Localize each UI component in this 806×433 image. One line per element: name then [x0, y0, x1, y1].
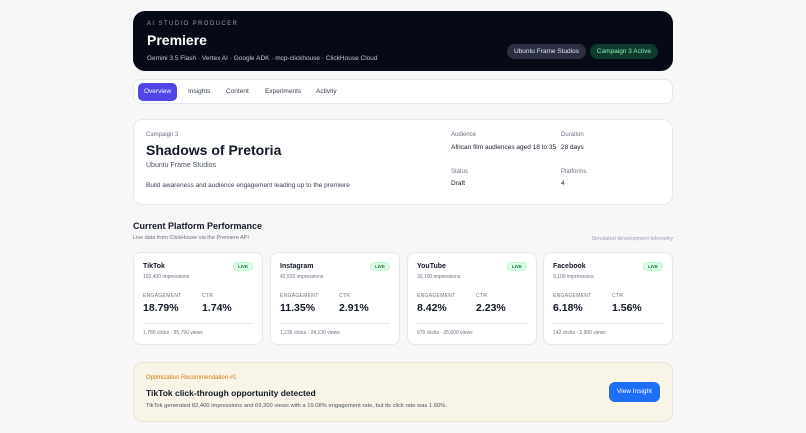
engagement-label: ENGAGEMENT	[553, 293, 592, 299]
platforms-value: 4	[561, 180, 565, 187]
tab-content[interactable]: Content	[220, 83, 255, 101]
platform-card-facebook: Facebook 9,100 impressions LIVE ENGAGEME…	[543, 252, 673, 345]
view-insight-button[interactable]: View Insight	[609, 382, 660, 402]
platform-impressions: 102,400 impressions	[143, 274, 190, 280]
section-title: Current Platform Performance	[133, 221, 263, 231]
platform-footer: 1,236 clicks · 24,130 views	[280, 330, 340, 336]
campaign-status-pill: Campaign 3 Active	[589, 44, 658, 59]
divider	[553, 323, 663, 324]
campaign-studio: Ubuntu Frame Studios	[146, 162, 217, 169]
audience-value: African film audiences aged 18 to 35	[451, 144, 557, 151]
tab-experiments[interactable]: Experiments	[259, 83, 307, 101]
platform-impressions: 30,100 impressions	[417, 274, 461, 280]
campaign-summary-card: Campaign 3 Shadows of Pretoria Ubuntu Fr…	[133, 119, 673, 205]
ctr-label: CTR	[339, 293, 351, 299]
audience-label: Audience	[451, 132, 477, 138]
live-badge: LIVE	[506, 262, 527, 271]
platform-impressions: 42,520 impressions	[280, 274, 324, 280]
ctr-label: CTR	[202, 293, 214, 299]
platform-card-tiktok: TikTok 102,400 impressions LIVE ENGAGEME…	[133, 252, 263, 345]
tech-stack: Gemini 3.5 Flash · Vertex AI · Google AD…	[147, 55, 378, 62]
platform-footer: 142 clicks · 3,900 views	[553, 330, 606, 336]
engagement-value: 8.42%	[417, 302, 447, 314]
platform-name: YouTube	[417, 263, 446, 270]
platform-card-instagram: Instagram 42,520 impressions LIVE ENGAGE…	[270, 252, 400, 345]
campaign-goal: Build awareness and audience engagement …	[146, 182, 350, 189]
ctr-value: 1.56%	[612, 302, 642, 314]
header-eyebrow: AI STUDIO PRODUCER	[147, 21, 239, 27]
live-badge: LIVE	[369, 262, 390, 271]
ctr-label: CTR	[612, 293, 624, 299]
platforms-label: Platforms	[561, 169, 587, 175]
tab-activity[interactable]: Activity	[310, 83, 343, 101]
status-value: Draft	[451, 180, 466, 187]
ctr-label: CTR	[476, 293, 488, 299]
section-subtitle: Live data from ClickHouse via the Premie…	[133, 235, 249, 241]
campaign-name: Shadows of Pretoria	[146, 142, 282, 158]
platform-impressions: 9,100 impressions	[553, 274, 594, 280]
engagement-value: 11.35%	[280, 302, 316, 314]
duration-value: 28 days	[561, 144, 584, 151]
live-badge: LIVE	[642, 262, 663, 271]
recommendation-eyebrow: Optimization Recommendation #1	[146, 375, 237, 381]
platform-name: Instagram	[280, 263, 314, 270]
tab-overview[interactable]: Overview	[138, 83, 177, 101]
studio-pill: Ubuntu Frame Studios	[506, 44, 586, 59]
engagement-label: ENGAGEMENT	[143, 293, 182, 299]
platform-footer: 1,780 clicks · 85,790 views	[143, 330, 203, 336]
platform-footer: 670 clicks · 25,600 views	[417, 330, 473, 336]
engagement-label: ENGAGEMENT	[417, 293, 456, 299]
recommendation-description: TikTok generated 82,400 impressions and …	[146, 403, 448, 409]
platform-name: Facebook	[553, 263, 586, 270]
engagement-value: 18.79%	[143, 302, 179, 314]
ctr-value: 1.74%	[202, 302, 232, 314]
divider	[417, 323, 527, 324]
campaign-label: Campaign 3	[146, 132, 179, 138]
platform-card-youtube: YouTube 30,100 impressions LIVE ENGAGEME…	[407, 252, 537, 345]
app-header: AI STUDIO PRODUCER Premiere Gemini 3.5 F…	[133, 11, 673, 71]
ctr-value: 2.91%	[339, 302, 369, 314]
recommendation-card: Optimization Recommendation #1 TikTok cl…	[133, 362, 673, 422]
tab-insights[interactable]: Insights	[182, 83, 216, 101]
platform-name: TikTok	[143, 263, 165, 270]
status-label: Status	[451, 169, 469, 175]
divider	[280, 323, 390, 324]
recommendation-title: TikTok click-through opportunity detecte…	[146, 388, 316, 398]
telemetry-note: Simulated development telemetry	[591, 236, 673, 242]
duration-label: Duration	[561, 132, 584, 138]
divider	[143, 323, 253, 324]
ctr-value: 2.23%	[476, 302, 506, 314]
live-badge: LIVE	[232, 262, 253, 271]
engagement-label: ENGAGEMENT	[280, 293, 319, 299]
tab-bar: Overview Insights Content Experiments Ac…	[133, 79, 673, 104]
engagement-value: 6.18%	[553, 302, 583, 314]
app-title: Premiere	[147, 32, 207, 48]
